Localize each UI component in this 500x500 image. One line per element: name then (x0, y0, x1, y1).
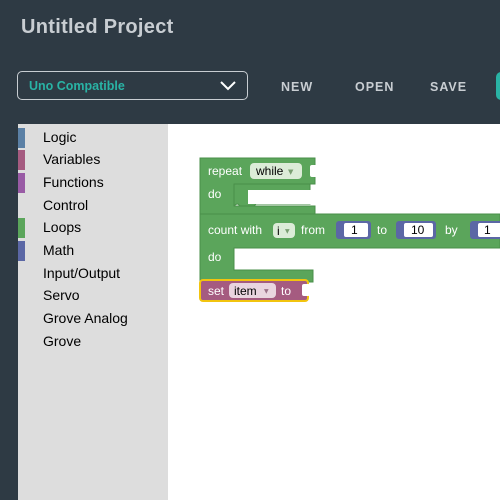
sidebar-item-label: Logic (43, 129, 77, 145)
sidebar-item-servo[interactable]: Servo (18, 285, 168, 307)
chevron-down-icon (220, 81, 236, 91)
sidebar-item-loops[interactable]: Loops (18, 217, 168, 239)
from-value-input[interactable]: 1 (336, 221, 371, 239)
sidebar-item-functions[interactable]: Functions (18, 172, 168, 194)
set-variable-dropdown[interactable]: item ▼ (229, 283, 276, 298)
sidebar-item-logic[interactable]: Logic (18, 127, 168, 149)
category-color-bar (18, 128, 25, 148)
to-label: to (377, 223, 387, 237)
do-statement-slot[interactable] (248, 252, 313, 266)
sidebar-item-grove-analog[interactable]: Grove Analog (18, 308, 168, 330)
block-category-sidebar: Logic Variables Functions Control Loops … (18, 124, 168, 500)
sidebar-item-label: Math (43, 242, 75, 258)
category-color-bar (18, 218, 25, 238)
to-value: 10 (411, 223, 425, 237)
sidebar-item-control[interactable]: Control (18, 195, 168, 217)
by-label: by (445, 223, 458, 237)
set-to-label: to (281, 284, 291, 298)
to-value-input[interactable]: 10 (396, 221, 436, 239)
board-select-value: Uno Compatible (29, 79, 125, 93)
category-color-bar (18, 173, 25, 193)
blocks-workspace[interactable]: repeat while ▼ do count with i ▼ from 1 (168, 124, 500, 500)
sidebar-item-label: Servo (43, 287, 80, 303)
category-color-bar (18, 150, 25, 170)
blocks-canvas: repeat while ▼ do count with i ▼ from 1 (199, 157, 500, 302)
count-variable-value: i (277, 224, 280, 238)
by-value: 1 (484, 223, 491, 237)
sidebar-item-label: Grove Analog (43, 310, 128, 326)
board-select[interactable]: Uno Compatible (17, 71, 248, 100)
set-keyword: set (208, 284, 225, 298)
dropdown-arrow-icon: ▼ (285, 228, 290, 235)
by-value-input[interactable]: 1 (470, 221, 500, 239)
sidebar-item-math[interactable]: Math (18, 240, 168, 262)
do-statement-slot[interactable] (248, 190, 315, 204)
sidebar-item-label: Loops (43, 219, 82, 235)
count-with-block[interactable]: count with i ▼ from 1 to 10 by 1 do (199, 213, 500, 283)
sidebar-item-label: Input/Output (43, 265, 121, 281)
count-with-keyword: count with (208, 223, 262, 237)
repeat-while-block[interactable]: repeat while ▼ do (199, 157, 318, 217)
repeat-keyword: repeat (208, 164, 243, 178)
new-button[interactable]: NEW (281, 80, 313, 94)
set-variable-block[interactable]: set item ▼ to (199, 279, 310, 302)
value-input-socket[interactable] (302, 284, 310, 296)
upload-button[interactable] (496, 72, 500, 100)
project-title: Untitled Project (21, 16, 174, 38)
open-button[interactable]: OPEN (355, 80, 394, 94)
from-label: from (301, 223, 325, 237)
app-header: Untitled Project Uno Compatible NEW OPEN… (0, 0, 500, 124)
sidebar-item-grove[interactable]: Grove (18, 331, 168, 353)
category-color-bar (18, 241, 25, 261)
sidebar-item-label: Control (43, 197, 89, 213)
sidebar-item-variables[interactable]: Variables (18, 149, 168, 171)
dropdown-arrow-icon: ▼ (264, 288, 269, 295)
save-button[interactable]: SAVE (430, 80, 467, 94)
from-value: 1 (351, 223, 358, 237)
sidebar-item-label: Variables (43, 151, 101, 167)
repeat-mode-value: while (255, 164, 284, 178)
set-variable-value: item (234, 284, 257, 298)
repeat-mode-dropdown[interactable]: while ▼ (250, 163, 302, 179)
dropdown-arrow-icon: ▼ (288, 168, 294, 176)
count-variable-dropdown[interactable]: i ▼ (273, 223, 295, 238)
sidebar-item-input-output[interactable]: Input/Output (18, 263, 168, 285)
sidebar-item-label: Functions (43, 174, 104, 190)
repeat-do-label: do (208, 187, 222, 201)
condition-input-socket[interactable] (310, 165, 318, 177)
count-do-label: do (208, 250, 222, 264)
sidebar-item-label: Grove (43, 333, 82, 349)
